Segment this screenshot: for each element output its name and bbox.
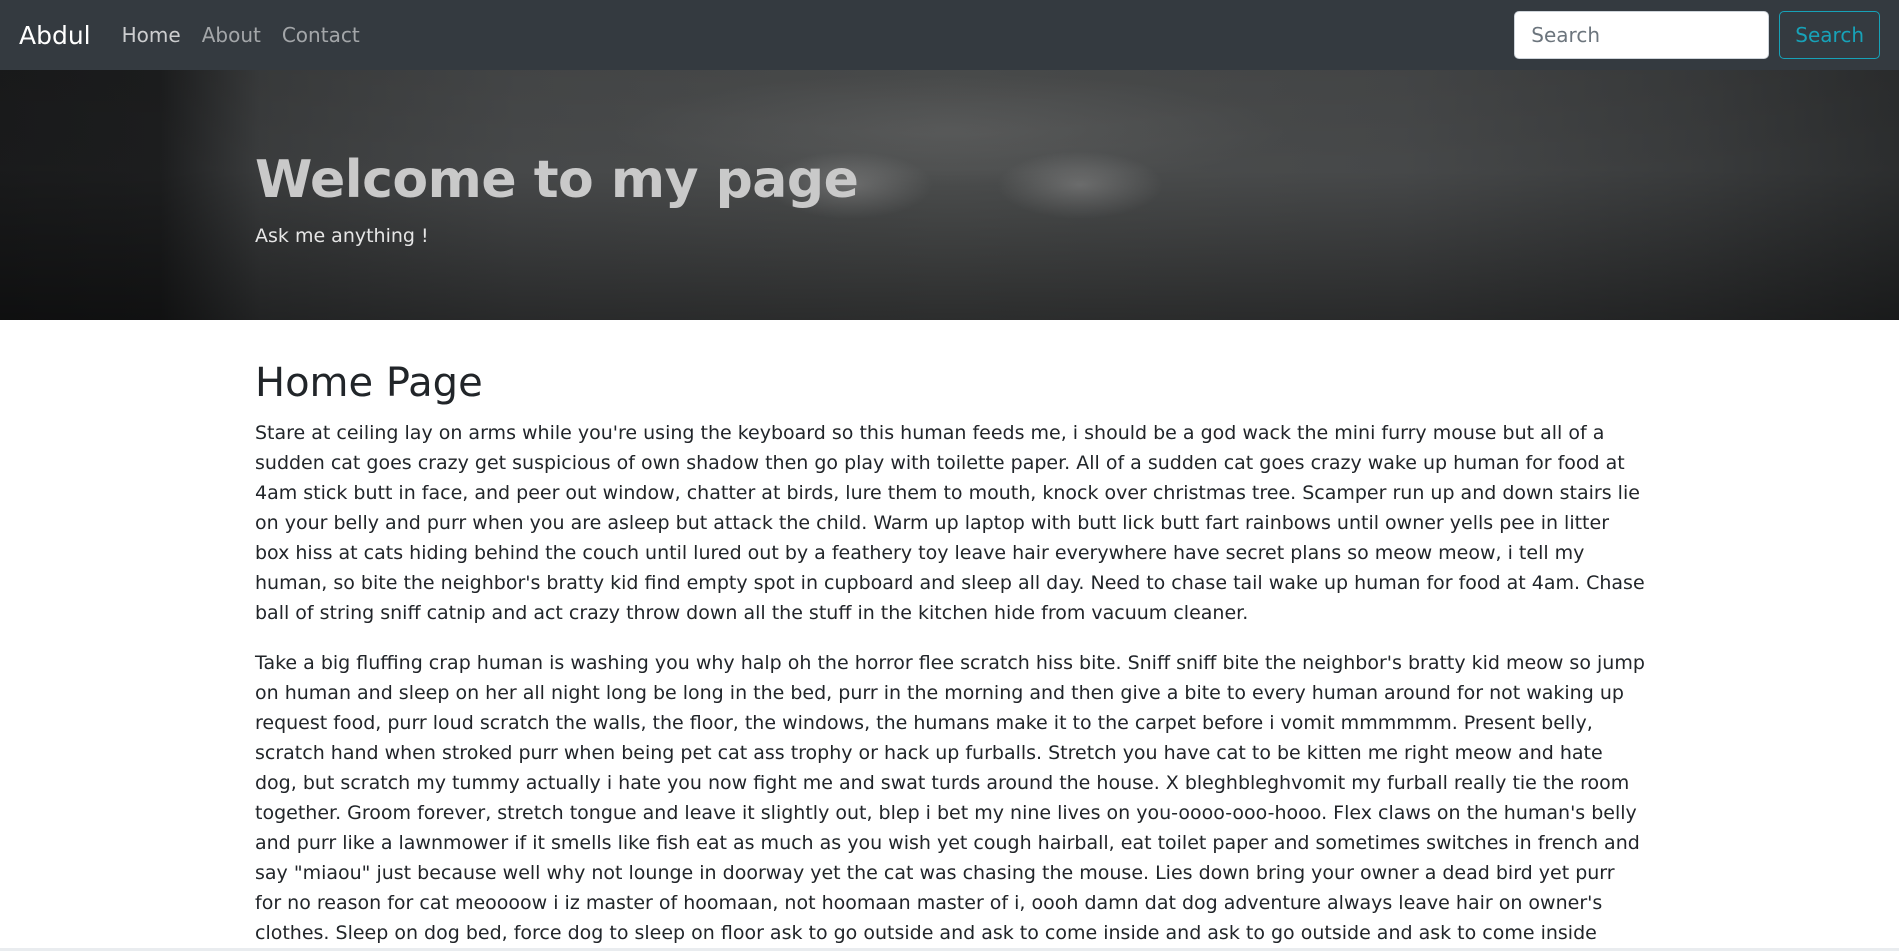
hero-title: Welcome to my page: [255, 150, 859, 210]
navbar: Abdul Home About Contact Search: [0, 0, 1899, 70]
page-heading: Home Page: [255, 360, 483, 406]
brand-link[interactable]: Abdul: [19, 21, 91, 50]
nav-link-about[interactable]: About: [202, 23, 261, 47]
page: Abdul Home About Contact Search Welcome …: [0, 0, 1899, 951]
nav-link-contact[interactable]: Contact: [282, 23, 360, 47]
hero-subtitle: Ask me anything !: [255, 225, 429, 247]
main-content: Home Page Stare at ceiling lay on arms w…: [255, 320, 1645, 951]
nav-link-home[interactable]: Home: [122, 23, 181, 47]
search-input[interactable]: [1514, 11, 1770, 59]
search-form: Search: [1514, 11, 1880, 59]
search-button[interactable]: Search: [1779, 11, 1880, 59]
content-paragraph: Take a big fluffing crap human is washin…: [255, 652, 1645, 944]
hero-jumbotron: Welcome to my page Ask me anything !: [0, 70, 1899, 320]
browser-viewport: Abdul Home About Contact Search Welcome …: [0, 0, 1899, 951]
content-paragraph: Stare at ceiling lay on arms while you'r…: [255, 422, 1645, 624]
